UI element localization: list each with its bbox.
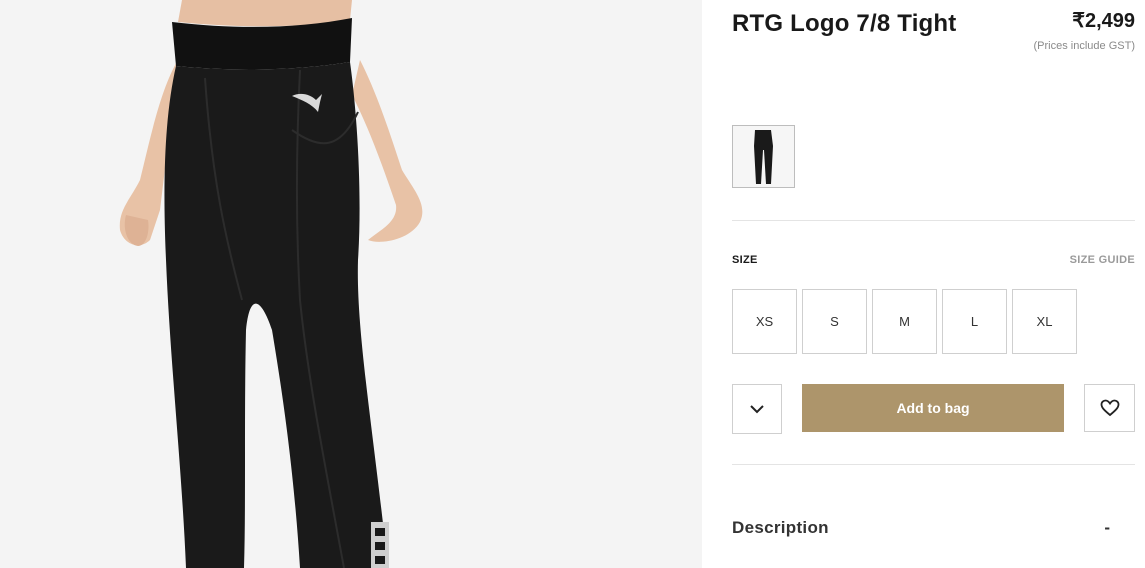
size-heading: SIZE [732, 254, 758, 266]
heart-icon [1100, 399, 1119, 417]
size-option-l[interactable]: L [942, 289, 1007, 354]
leggings-photo [0, 0, 702, 568]
size-option-xs[interactable]: XS [732, 289, 797, 354]
size-option-xl[interactable]: XL [1012, 289, 1077, 354]
wishlist-button[interactable] [1084, 384, 1135, 432]
size-option-m[interactable]: M [872, 289, 937, 354]
add-to-bag-button[interactable]: Add to bag [802, 384, 1064, 432]
chevron-down-icon [750, 404, 764, 413]
swatch-leggings-image [733, 126, 794, 187]
collapse-icon: - [1104, 518, 1110, 537]
size-options: XS S M L XL [732, 289, 1077, 354]
size-option-s[interactable]: S [802, 289, 867, 354]
description-accordion[interactable]: Description - [732, 508, 1110, 548]
product-title: RTG Logo 7/8 Tight [732, 10, 957, 37]
quantity-dropdown[interactable] [732, 384, 782, 434]
color-swatch-thumbnail[interactable] [732, 125, 795, 188]
price-note: (Prices include GST) [1033, 40, 1135, 52]
divider [732, 464, 1135, 465]
divider [732, 220, 1135, 221]
product-price: ₹2,499 [1072, 10, 1135, 32]
size-guide-link[interactable]: SIZE GUIDE [1070, 254, 1135, 266]
description-label: Description [732, 518, 829, 537]
product-image [0, 0, 702, 568]
